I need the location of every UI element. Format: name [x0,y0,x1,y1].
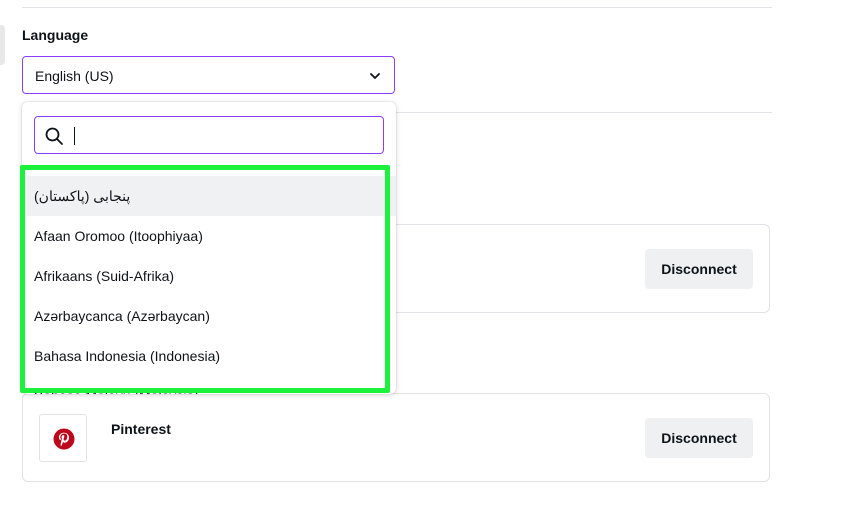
language-search-input[interactable] [71,123,375,149]
language-selected-value: English (US) [35,68,114,84]
disconnect-pinterest-button[interactable]: Disconnect [645,418,753,458]
pinterest-title: Pinterest [111,421,171,437]
search-icon [45,127,63,145]
disconnect-button[interactable]: Disconnect [645,249,753,289]
text-caret [74,127,75,145]
language-option[interactable]: Afaan Oromoo (Itoophiyaa) [22,216,396,256]
language-option[interactable]: Bahasa Indonesia (Indonesia) [22,336,396,376]
language-select[interactable]: English (US) [22,56,395,94]
chevron-down-icon [370,73,380,79]
language-option[interactable]: Afrikaans (Suid-Afrika) [22,256,396,296]
side-nav-tab[interactable] [0,25,5,65]
language-option[interactable]: Azərbaycanca (Azərbaycan) [22,296,396,336]
language-options-list[interactable]: پنجابی (پاکستان) Afaan Oromoo (Itoophiya… [22,176,396,394]
pinterest-account-card: Pinterest Disconnect [22,393,770,482]
pinterest-icon [53,428,75,450]
pinterest-logo [39,414,87,462]
language-dropdown: پنجابی (پاکستان) Afaan Oromoo (Itoophiya… [22,102,396,394]
language-search-box[interactable] [34,116,384,154]
section-divider [395,112,772,113]
language-option[interactable]: Bahasa Melayu (Malaysia) [22,376,396,394]
language-label: Language [22,27,89,43]
top-divider [22,7,772,8]
language-option[interactable]: پنجابی (پاکستان) [22,176,396,216]
